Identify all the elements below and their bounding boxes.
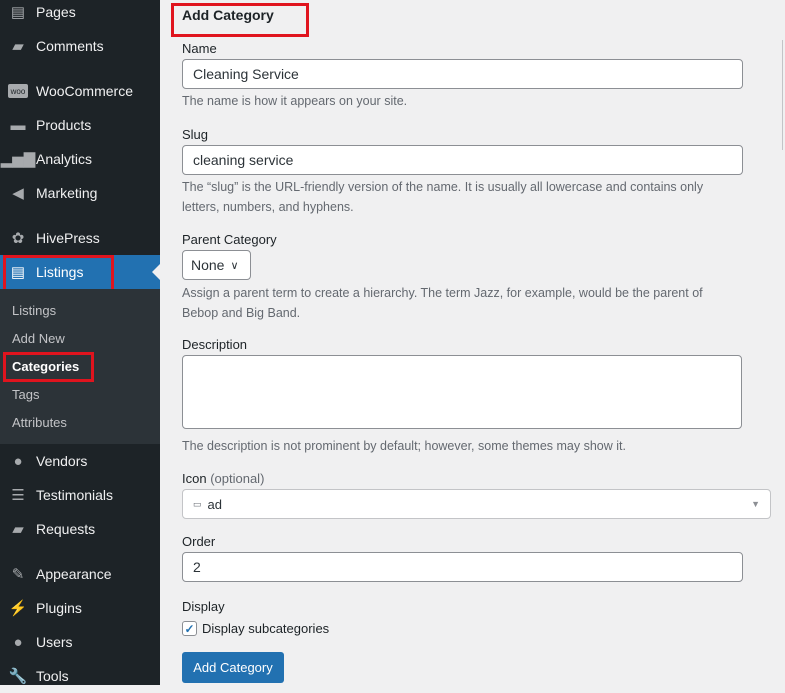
appearance-icon: ✎ (11, 566, 25, 583)
sidebar-item-plugins[interactable]: ⚡ Plugins (0, 591, 160, 625)
tools-icon: 🔧 (8, 668, 28, 685)
display-subcategories-option[interactable]: ✓ Display subcategories (182, 621, 329, 636)
add-category-button[interactable]: Add Category (182, 652, 284, 683)
vendors-icon: ● (13, 452, 23, 470)
order-input[interactable]: 2 (182, 552, 743, 582)
sidebar-item-users[interactable]: ● Users (0, 625, 160, 659)
sidebar-item-tools[interactable]: 🔧 Tools (0, 659, 160, 693)
parent-select[interactable]: None ∨ (182, 250, 251, 280)
woocommerce-icon: woo (8, 84, 28, 98)
highlight-box (3, 255, 114, 292)
megaphone-icon: ◀ (12, 185, 24, 202)
highlight-box (171, 3, 309, 37)
sidebar-item-woocommerce[interactable]: woo WooCommerce (0, 74, 160, 108)
sidebar-item-vendors[interactable]: ● Vendors (0, 444, 160, 478)
admin-sidebar: ▤ Pages ▰ Comments woo WooCommerce ▬ Product… (0, 0, 160, 685)
sidebar-item-pages[interactable]: ▤ Pages (0, 0, 160, 29)
analytics-icon: ▂▅▇ (0, 151, 36, 168)
name-input[interactable]: Cleaning Service (182, 59, 743, 89)
sidebar-item-appearance[interactable]: ✎ Appearance (0, 557, 160, 591)
name-description: The name is how it appears on your site. (182, 94, 408, 108)
chevron-down-icon: ∨ (230, 259, 239, 272)
sidebar-item-analytics[interactable]: ▂▅▇ Analytics (0, 142, 160, 176)
sidebar-item-products[interactable]: ▬ Products (0, 108, 160, 142)
pages-icon: ▤ (10, 4, 26, 21)
display-subcategories-checkbox[interactable]: ✓ (182, 621, 197, 636)
sidebar-item-testimonials[interactable]: ☰ Testimonials (0, 478, 160, 512)
plugins-icon: ⚡ (8, 600, 28, 617)
sidebar-item-comments[interactable]: ▰ Comments (0, 29, 160, 63)
submenu-add-new[interactable]: Add New (12, 331, 65, 346)
parent-description: Assign a parent term to create a hierarc… (182, 286, 703, 320)
order-label: Order (182, 534, 216, 549)
icon-label: Icon (optional) (182, 471, 265, 486)
slug-label: Slug (182, 127, 209, 142)
products-icon: ▬ (10, 116, 26, 134)
description-textarea[interactable] (182, 355, 742, 429)
slug-input[interactable]: cleaning service (182, 145, 743, 175)
submenu-listings[interactable]: Listings (12, 303, 56, 318)
hivepress-icon: ✿ (11, 230, 25, 247)
highlight-box (3, 352, 94, 382)
submenu-attributes[interactable]: Attributes (12, 415, 67, 430)
slug-description: The “slug” is the URL-friendly version o… (182, 180, 704, 214)
icon-select[interactable]: ▭ ad ▼ (182, 489, 771, 519)
parent-label: Parent Category (182, 232, 277, 247)
description-hint: The description is not prominent by defa… (182, 439, 626, 453)
sidebar-item-hivepress[interactable]: ✿ HivePress (0, 221, 160, 255)
ad-icon: ▭ (193, 498, 202, 509)
comments-icon: ▰ (12, 38, 24, 55)
sidebar-item-requests[interactable]: ▰ Requests (0, 512, 160, 546)
users-icon: ● (13, 633, 23, 651)
testimonials-icon: ☰ (11, 487, 25, 504)
name-label: Name (182, 41, 217, 56)
submenu-tags[interactable]: Tags (12, 387, 39, 402)
description-label: Description (182, 337, 248, 352)
sidebar-item-marketing[interactable]: ◀ Marketing (0, 176, 160, 210)
requests-icon: ▰ (12, 521, 24, 538)
add-category-form: Add Category Name Cleaning Service The n… (171, 0, 785, 685)
display-label: Display (182, 599, 225, 614)
dropdown-arrow-icon: ▼ (751, 499, 760, 509)
